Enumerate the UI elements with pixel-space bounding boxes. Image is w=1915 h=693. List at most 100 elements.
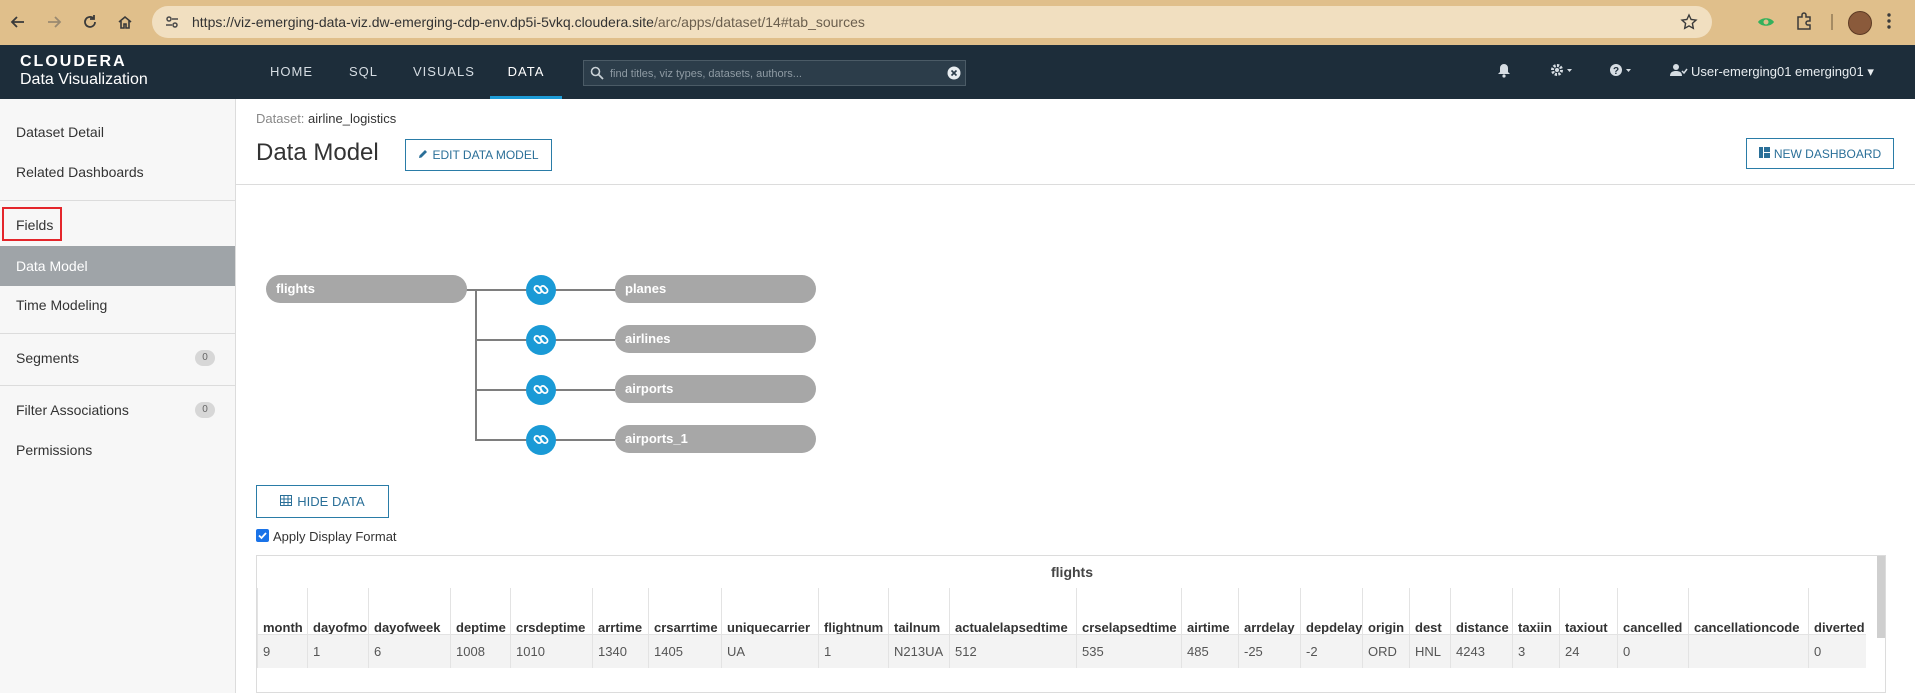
column-header[interactable]: depdelay bbox=[1300, 588, 1362, 634]
apply-display-format-label: Apply Display Format bbox=[273, 529, 397, 544]
breadcrumb: Dataset: airline_logistics bbox=[256, 111, 396, 126]
sidebar-divider bbox=[0, 200, 235, 201]
table-node-planes[interactable]: planes bbox=[615, 275, 816, 303]
profile-avatar[interactable] bbox=[1848, 11, 1872, 35]
toolbar-divider bbox=[1831, 14, 1833, 30]
column-header[interactable]: tailnum bbox=[888, 588, 949, 634]
table-cell: 6 bbox=[368, 634, 450, 668]
sidebar-item-dataset-detail[interactable]: Dataset Detail bbox=[0, 113, 235, 151]
column-header[interactable]: cancelled bbox=[1617, 588, 1688, 634]
address-bar[interactable]: https://viz-emerging-data-viz.dw-emergin… bbox=[152, 6, 1712, 38]
connector-line bbox=[475, 289, 477, 440]
nav-data[interactable]: DATA bbox=[490, 45, 562, 99]
column-header[interactable]: actualelapsedtime bbox=[949, 588, 1076, 634]
notifications-bell-icon[interactable] bbox=[1497, 63, 1511, 81]
extension-eye-icon[interactable] bbox=[1757, 13, 1775, 36]
table-cell: 535 bbox=[1076, 634, 1181, 668]
column-header[interactable]: dayofmonth bbox=[307, 588, 368, 634]
sidebar-item-segments[interactable]: Segments 0 bbox=[0, 339, 235, 377]
sidebar-item-permissions[interactable]: Permissions bbox=[0, 431, 235, 469]
site-info-icon[interactable] bbox=[164, 14, 180, 35]
column-header[interactable]: cancellationcode bbox=[1688, 588, 1808, 634]
join-link-icon[interactable] bbox=[526, 425, 556, 455]
table-cell: 1 bbox=[818, 634, 888, 668]
extensions-puzzle-icon[interactable] bbox=[1795, 12, 1813, 35]
sidebar-item-related-dashboards[interactable]: Related Dashboards bbox=[0, 153, 235, 191]
pencil-icon bbox=[418, 148, 428, 162]
column-header[interactable]: origin bbox=[1362, 588, 1409, 634]
column-header[interactable]: arrtime bbox=[592, 588, 648, 634]
url-text: https://viz-emerging-data-viz.dw-emergin… bbox=[192, 14, 865, 30]
join-link-icon[interactable] bbox=[526, 375, 556, 405]
button-label: HIDE DATA bbox=[297, 494, 365, 509]
brand-logo[interactable]: CLOUDERA bbox=[20, 53, 127, 71]
url-path: /arc/apps/dataset/14#tab_sources bbox=[653, 14, 865, 30]
button-label: EDIT DATA MODEL bbox=[432, 148, 539, 162]
reload-icon[interactable] bbox=[78, 10, 102, 34]
table-node-airlines[interactable]: airlines bbox=[615, 325, 816, 353]
column-header[interactable]: deptime bbox=[450, 588, 510, 634]
column-header[interactable]: month bbox=[257, 588, 307, 634]
svg-text:?: ? bbox=[1613, 66, 1619, 77]
search-input[interactable] bbox=[608, 64, 942, 84]
edit-data-model-button[interactable]: EDIT DATA MODEL bbox=[405, 139, 552, 171]
apply-display-format-checkbox[interactable] bbox=[256, 529, 269, 542]
sidebar-item-data-model[interactable]: Data Model bbox=[0, 246, 235, 286]
table-cell: HNL bbox=[1409, 634, 1450, 668]
sidebar-divider bbox=[0, 333, 235, 334]
forward-icon[interactable] bbox=[42, 10, 66, 34]
table-cell bbox=[1688, 634, 1808, 668]
table-cell: 1340 bbox=[592, 634, 648, 668]
table-cell: 9 bbox=[257, 634, 307, 668]
column-header[interactable]: arrdelay bbox=[1238, 588, 1300, 634]
table-cell: N213UA bbox=[888, 634, 949, 668]
home-icon[interactable] bbox=[113, 10, 137, 34]
vertical-scrollbar[interactable] bbox=[1877, 556, 1885, 638]
data-preview-table: flights monthdayofmonthdayofweekdeptimec… bbox=[256, 555, 1886, 693]
nav-home[interactable]: HOME bbox=[270, 45, 313, 99]
table-cell: UA bbox=[721, 634, 818, 668]
join-link-icon[interactable] bbox=[526, 275, 556, 305]
sidebar-item-label: Data Model bbox=[16, 258, 88, 274]
column-header[interactable]: crsdeptime bbox=[510, 588, 592, 634]
nav-visuals[interactable]: VISUALS bbox=[413, 45, 475, 99]
column-header[interactable]: dayofweek bbox=[368, 588, 450, 634]
column-header[interactable]: crselapsedtime bbox=[1076, 588, 1181, 634]
column-header[interactable]: flightnum bbox=[818, 588, 888, 634]
settings-gear-icon[interactable] bbox=[1550, 63, 1574, 80]
column-header[interactable]: distance bbox=[1450, 588, 1512, 634]
clear-search-icon[interactable] bbox=[947, 66, 961, 85]
chevron-down-icon: ▾ bbox=[1867, 64, 1874, 79]
join-link-icon[interactable] bbox=[526, 325, 556, 355]
column-header[interactable]: airtime bbox=[1181, 588, 1238, 634]
bookmark-star-icon[interactable] bbox=[1680, 13, 1698, 36]
column-header[interactable]: uniquecarrier bbox=[721, 588, 818, 634]
sidebar-item-filter-associations[interactable]: Filter Associations 0 bbox=[0, 391, 235, 429]
table-node-airports[interactable]: airports bbox=[615, 375, 816, 403]
table-title: flights bbox=[1051, 564, 1093, 580]
back-icon[interactable] bbox=[6, 10, 30, 34]
nav-sql[interactable]: SQL bbox=[349, 45, 378, 99]
user-name: User-emerging01 emerging01 bbox=[1691, 64, 1864, 79]
table-node-flights[interactable]: flights bbox=[266, 275, 467, 303]
new-dashboard-button[interactable]: NEW DASHBOARD bbox=[1746, 138, 1894, 169]
column-header[interactable]: diverted bbox=[1808, 588, 1866, 634]
column-header[interactable]: dest bbox=[1409, 588, 1450, 634]
user-menu[interactable]: User-emerging01 emerging01 ▾ bbox=[1691, 64, 1874, 80]
column-header[interactable]: taxiout bbox=[1559, 588, 1617, 634]
dataset-name: airline_logistics bbox=[308, 111, 397, 126]
table-node-airports-1[interactable]: airports_1 bbox=[615, 425, 816, 453]
global-search bbox=[583, 60, 966, 86]
sidebar-item-label: Time Modeling bbox=[16, 297, 108, 313]
sidebar-item-label: Filter Associations bbox=[16, 402, 129, 418]
browser-menu-icon[interactable] bbox=[1886, 12, 1892, 35]
help-icon[interactable]: ? bbox=[1609, 63, 1633, 80]
table-cell: 4243 bbox=[1450, 634, 1512, 668]
header-divider bbox=[236, 184, 1915, 185]
sidebar-item-time-modeling[interactable]: Time Modeling bbox=[0, 286, 235, 324]
table-icon bbox=[280, 494, 293, 509]
hide-data-button[interactable]: HIDE DATA bbox=[256, 485, 389, 518]
column-header[interactable]: crsarrtime bbox=[648, 588, 721, 634]
column-header[interactable]: taxiin bbox=[1512, 588, 1559, 634]
page-title: Data Model bbox=[256, 139, 379, 166]
